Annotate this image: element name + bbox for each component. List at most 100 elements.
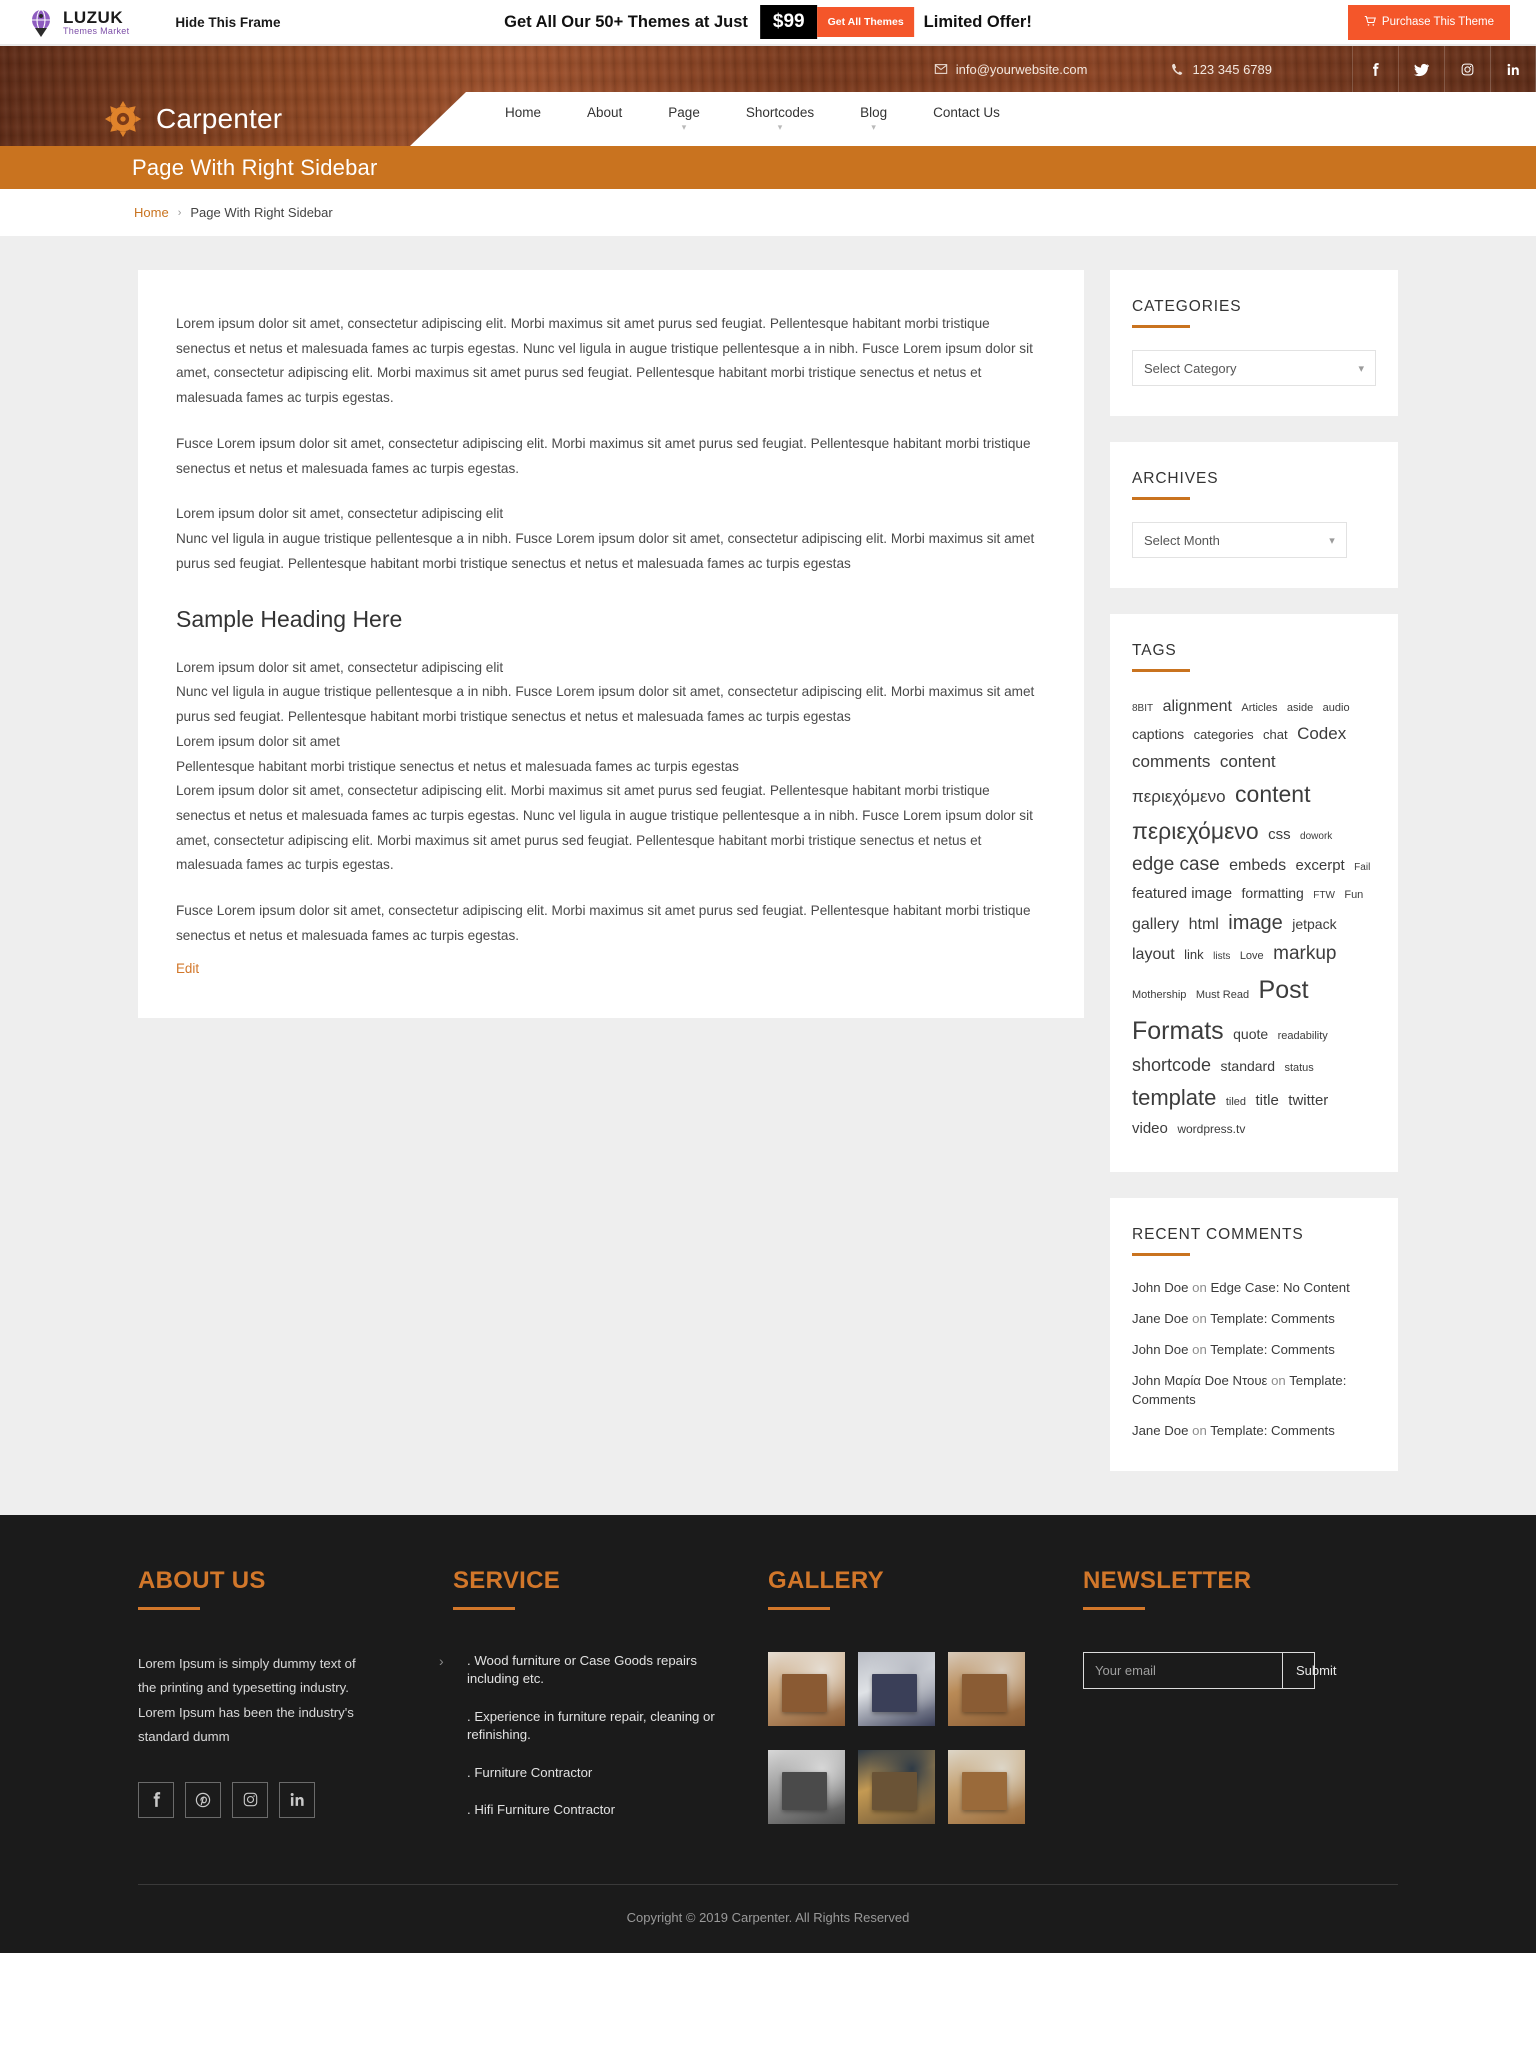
facebook-icon[interactable] [138, 1781, 174, 1818]
tag-link[interactable]: audio [1323, 702, 1350, 714]
tag-link[interactable]: wordpress.tv [1177, 1122, 1245, 1136]
tag-link[interactable]: Articles [1241, 702, 1277, 714]
tag-link[interactable]: featured image [1132, 885, 1232, 902]
tag-link[interactable]: jetpack [1292, 916, 1336, 932]
tag-link[interactable]: shortcode [1132, 1055, 1211, 1075]
gallery-thumbnail[interactable]: › [948, 1651, 1025, 1726]
tag-link[interactable]: categories [1194, 727, 1254, 742]
recent-comment-item[interactable]: Jane Doe on Template: Comments [1132, 1309, 1376, 1328]
tag-link[interactable]: Fun [1344, 889, 1363, 901]
gallery-thumbnail[interactable] [768, 1749, 845, 1824]
header-phone[interactable]: 123 345 6789 [1171, 62, 1272, 77]
cart-icon [1364, 15, 1376, 30]
instagram-icon[interactable] [1444, 46, 1490, 92]
nav-item-about[interactable]: About [564, 105, 645, 133]
tag-link[interactable]: lists [1213, 951, 1230, 962]
nav-item-shortcodes[interactable]: Shortcodes ▾ [723, 105, 837, 133]
luzuk-logo[interactable]: LUZUK Themes Market [26, 7, 129, 37]
tag-link[interactable]: chat [1263, 727, 1288, 742]
category-select-value: Select Category [1144, 360, 1237, 376]
twitter-icon[interactable] [1398, 46, 1444, 92]
footer-service-item[interactable]: . Hifi Furniture Contractor [453, 1801, 734, 1819]
tag-link[interactable]: html [1189, 916, 1219, 933]
tag-link[interactable]: status [1284, 1062, 1313, 1074]
tag-link[interactable]: captions [1132, 726, 1184, 742]
linkedin-icon[interactable] [279, 1781, 315, 1818]
instagram-icon[interactable] [232, 1781, 268, 1818]
gallery-thumbnail[interactable]: › [948, 1749, 1025, 1824]
newsletter-form: Submit [1083, 1651, 1336, 1689]
nav-item-page[interactable]: Page ▾ [645, 105, 723, 133]
footer-service-item[interactable]: . Experience in furniture repair, cleani… [453, 1708, 734, 1745]
tag-link[interactable]: standard [1221, 1058, 1275, 1074]
tag-link[interactable]: layout [1132, 946, 1175, 963]
tag-link[interactable]: twitter [1288, 1092, 1328, 1109]
tag-link[interactable]: comments [1132, 752, 1210, 771]
tag-link[interactable]: quote [1233, 1026, 1268, 1042]
tag-link[interactable]: readability [1278, 1030, 1328, 1042]
tag-link[interactable]: video [1132, 1120, 1168, 1137]
tag-link[interactable]: alignment [1163, 698, 1232, 715]
tag-link[interactable]: aside [1287, 702, 1313, 714]
linkedin-icon[interactable] [1490, 46, 1536, 92]
footer-service-list: . Wood furniture or Case Goods repairs i… [439, 1652, 734, 1820]
tag-link[interactable]: edge case [1132, 854, 1220, 875]
comment-on-word: on [1188, 1423, 1211, 1439]
tag-link[interactable]: Love [1240, 950, 1264, 962]
nav-item-blog[interactable]: Blog ▾ [837, 104, 910, 133]
tag-link[interactable]: FTW [1313, 890, 1335, 901]
gallery-thumbnail[interactable] [768, 1651, 845, 1726]
tag-link[interactable]: markup [1273, 943, 1336, 964]
edit-link[interactable]: Edit [176, 961, 199, 976]
tag-link[interactable]: embeds [1229, 857, 1286, 874]
tag-link[interactable]: gallery [1132, 916, 1179, 933]
archive-month-select[interactable]: Select Month ▾ [1132, 522, 1347, 558]
tag-link[interactable]: css [1268, 826, 1291, 843]
header-email[interactable]: info@yourwebsite.com [934, 62, 1087, 77]
tag-link[interactable]: link [1184, 947, 1204, 962]
tag-link[interactable]: Codex [1297, 724, 1346, 743]
tag-link[interactable]: title [1255, 1092, 1278, 1109]
recent-comment-item[interactable]: John Doe on Template: Comments [1132, 1340, 1376, 1359]
newsletter-email-input[interactable] [1084, 1652, 1282, 1688]
purchase-this-theme-button[interactable]: Purchase This Theme [1347, 4, 1510, 40]
widget-archives-title: ARCHIVES [1132, 470, 1219, 487]
nav-item-blog-label: Blog [860, 104, 888, 120]
chevron-down-icon: ▾ [681, 122, 687, 133]
tag-link[interactable]: Mothership [1132, 989, 1186, 1001]
recent-comment-item[interactable]: John Μαρία Doe Ντουε on Template: Commen… [1132, 1371, 1376, 1409]
gallery-thumbnail[interactable]: › [858, 1651, 935, 1726]
get-all-themes-button[interactable]: Get All Themes [817, 6, 914, 38]
gallery-thumbnail[interactable]: › [858, 1749, 935, 1824]
newsletter-submit-button[interactable]: Submit [1282, 1652, 1349, 1688]
category-select[interactable]: Select Category ▾ [1132, 350, 1376, 386]
tag-link[interactable]: Must Read [1196, 989, 1249, 1001]
site-brand-name: Carpenter [156, 103, 283, 134]
tag-link[interactable]: formatting [1242, 885, 1304, 901]
chevron-down-icon: ▾ [1358, 362, 1364, 375]
recent-comment-item[interactable]: John Doe on Edge Case: No Content [1132, 1278, 1376, 1297]
footer-service-item[interactable]: . Wood furniture or Case Goods repairs i… [439, 1652, 734, 1689]
tag-link[interactable]: image [1228, 912, 1282, 934]
footer-service-item[interactable]: . Furniture Contractor [453, 1764, 734, 1782]
tag-link[interactable]: excerpt [1296, 857, 1345, 874]
recent-comment-item[interactable]: Jane Doe on Template: Comments [1132, 1421, 1376, 1440]
tag-link[interactable]: template [1132, 1085, 1216, 1110]
tag-link[interactable]: dowork [1300, 831, 1332, 842]
comment-on-word: on [1188, 1310, 1211, 1326]
promo-offer-group: Get All Our 50+ Themes at Just $99 Get A… [504, 4, 1032, 40]
breadcrumb-home-link[interactable]: Home [134, 205, 169, 220]
footer-title-underline [1083, 1606, 1145, 1610]
nav-item-home[interactable]: Home [482, 105, 564, 133]
nav-item-contact-us[interactable]: Contact Us [910, 105, 1023, 133]
pinterest-icon[interactable] [185, 1781, 221, 1818]
facebook-icon[interactable] [1352, 46, 1398, 92]
hide-this-frame-link[interactable]: Hide This Frame [175, 15, 280, 30]
footer-gallery-grid: ›››› [768, 1651, 1049, 1824]
site-brand[interactable]: Carpenter [0, 92, 466, 146]
tag-link[interactable]: tiled [1226, 1096, 1246, 1108]
luzuk-brand-name: LUZUK [63, 7, 124, 27]
tag-link[interactable]: 8BIT [1132, 703, 1153, 714]
tag-link[interactable]: Fail [1354, 862, 1370, 873]
content-paragraph-4-line-5: Lorem ipsum dolor sit amet, consectetur … [176, 783, 1033, 873]
